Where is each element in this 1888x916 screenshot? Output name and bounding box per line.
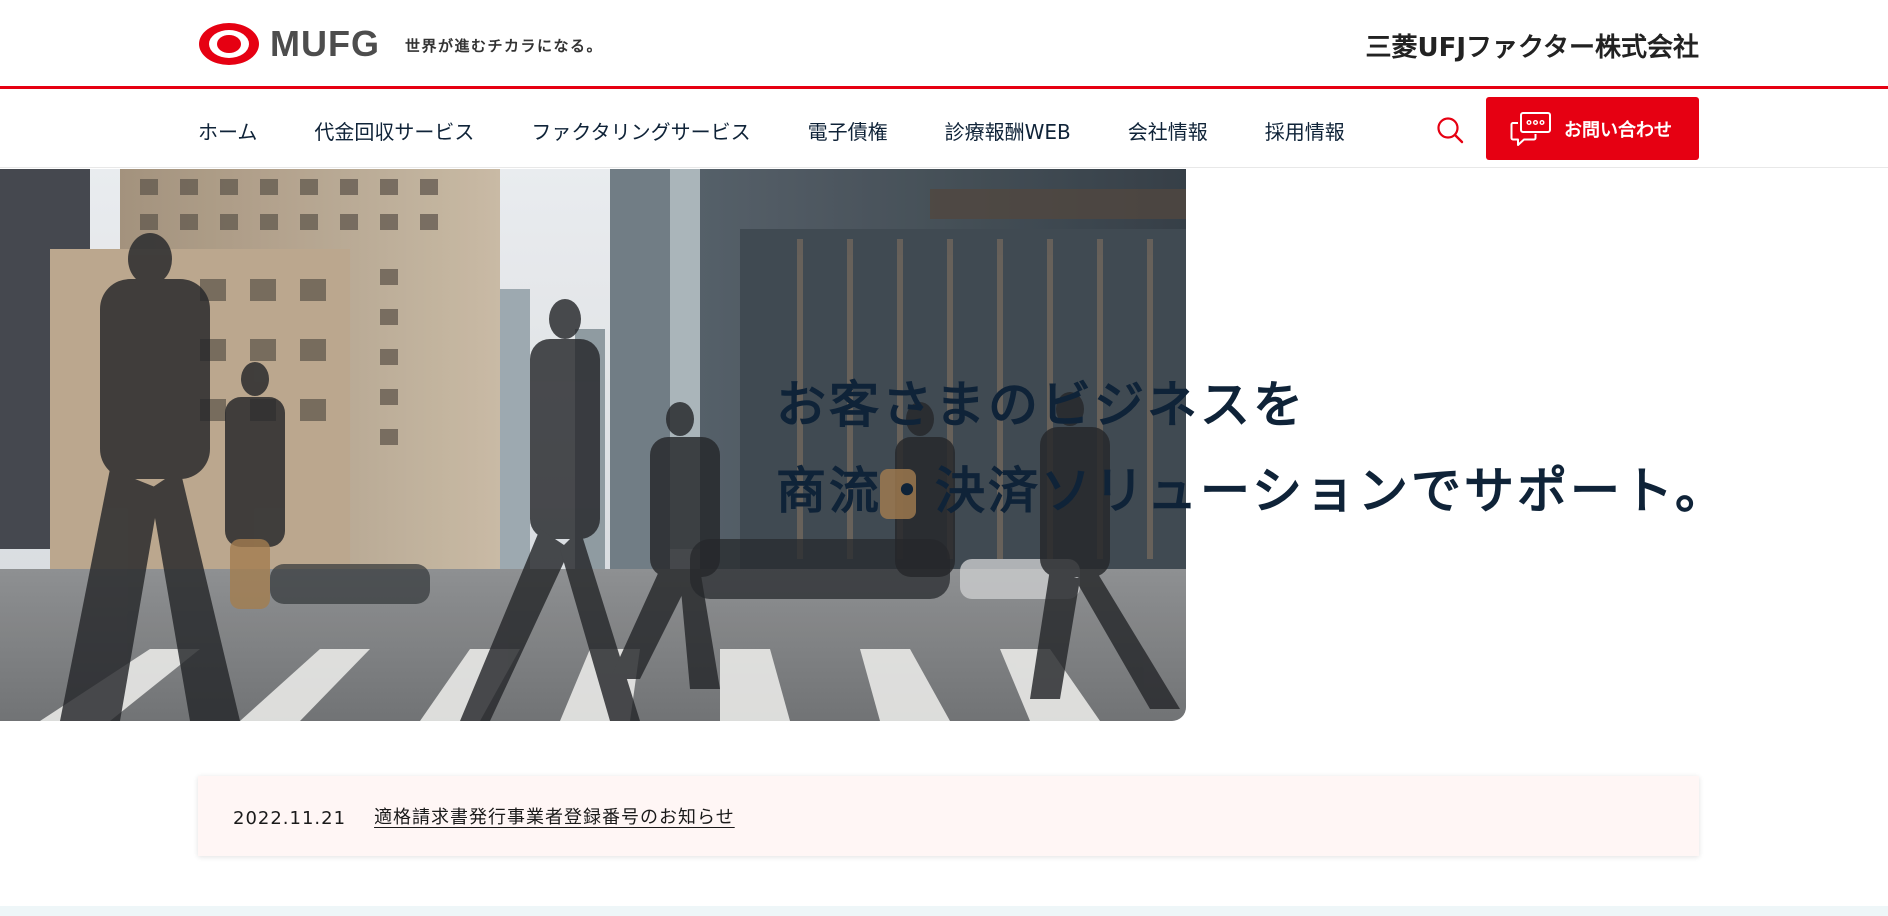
news-bar: 2022.11.21 適格請求書発行事業者登録番号のお知らせ (198, 776, 1699, 856)
chat-bubbles-icon (1510, 111, 1551, 146)
nav-item-recruitment[interactable]: 採用情報 (1265, 116, 1345, 145)
hero-headline-line1: お客さまのビジネスを (776, 376, 1306, 434)
nav-item-collection-service[interactable]: 代金回収サービス (314, 116, 474, 145)
global-nav: ホーム 代金回収サービス ファクタリングサービス 電子債権 診療報酬WEB 会社… (0, 92, 1888, 168)
mufg-logo-mark-icon (199, 23, 259, 65)
nav-item-factoring-service[interactable]: ファクタリングサービス (531, 116, 750, 145)
logo-text: MUFG (270, 23, 380, 64)
tagline: 世界が進むチカラになる。 (405, 37, 604, 55)
nav-item-company-info[interactable]: 会社情報 (1128, 116, 1208, 145)
hero-headline: お客さまのビジネスを 商流・決済ソリューションでサポート。 (776, 362, 1728, 534)
news-title-link[interactable]: 適格請求書発行事業者登録番号のお知らせ (374, 803, 735, 829)
search-button[interactable] (1432, 112, 1468, 148)
contact-button-label: お問い合わせ (1564, 119, 1672, 141)
mufg-logo[interactable]: MUFG (198, 22, 380, 66)
nav-list: ホーム 代金回収サービス ファクタリングサービス 電子債権 診療報酬WEB 会社… (198, 92, 1402, 168)
next-section-band (0, 906, 1888, 916)
contact-button[interactable]: お問い合わせ (1486, 97, 1699, 160)
news-date: 2022.11.21 (233, 807, 347, 829)
nav-item-home[interactable]: ホーム (198, 116, 257, 145)
nav-item-electronic-receivables[interactable]: 電子債権 (808, 116, 888, 145)
hero-headline-line2: 商流・決済ソリューションでサポート。 (776, 462, 1728, 520)
search-icon (1437, 117, 1464, 144)
company-name[interactable]: 三菱UFJファクター株式会社 (1365, 27, 1699, 64)
site-header: MUFG 世界が進むチカラになる。 三菱UFJファクター株式会社 (0, 0, 1888, 89)
nav-item-medical-fee-web[interactable]: 診療報酬WEB (945, 116, 1071, 145)
